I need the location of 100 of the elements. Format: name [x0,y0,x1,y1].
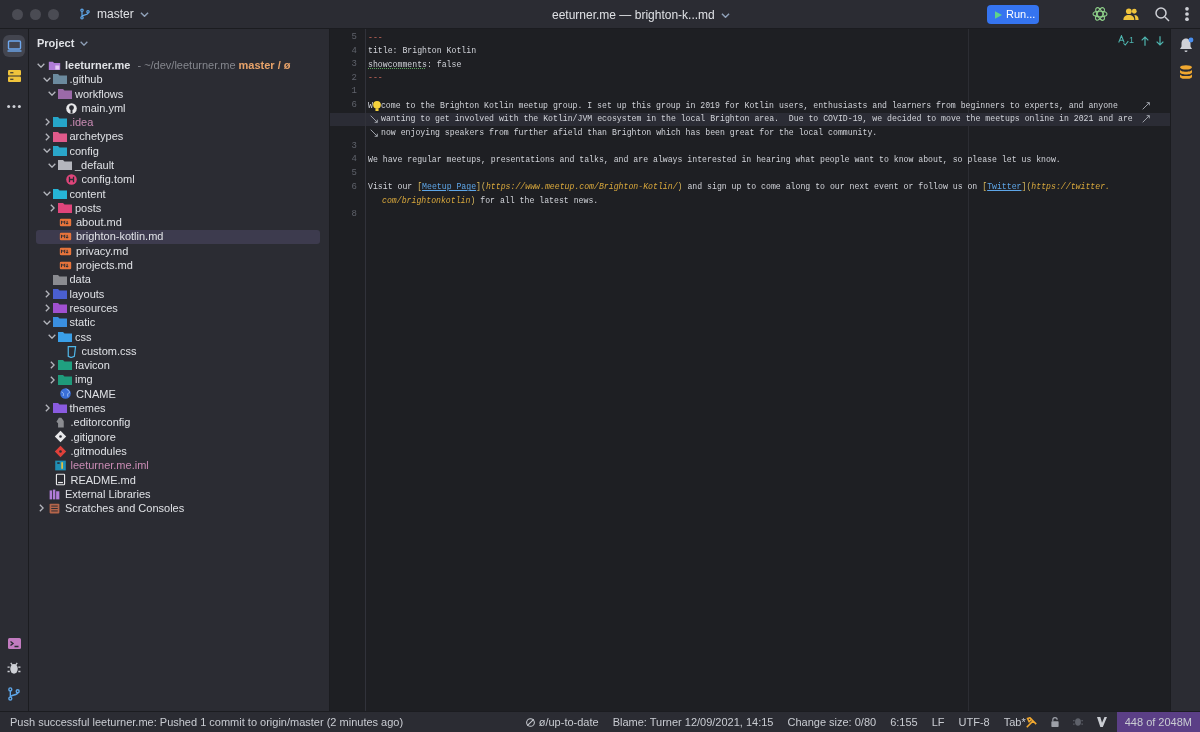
tree-item[interactable]: brighton-kotlin.md [36,229,320,244]
database-icon[interactable] [1179,65,1192,79]
chevron-right-icon[interactable] [44,118,50,127]
tree-item[interactable]: External Libraries [36,486,320,502]
chevron-right-icon[interactable] [50,361,55,370]
notifications-icon[interactable] [1177,37,1194,53]
tree-item[interactable]: img [36,372,320,387]
tree-item[interactable]: Scratches and Consoles [36,501,320,516]
tree-item[interactable]: .gitmodules [36,444,320,459]
more-tools-icon [7,104,21,108]
chevron-down-icon[interactable] [42,320,51,325]
link-url: com/brightonkotlin [382,194,471,207]
vcs-status[interactable]: ø/up-to-date [518,713,606,731]
link[interactable]: Twitter [987,181,1022,194]
chevron-down-icon[interactable] [42,148,51,154]
chevron-down-icon[interactable] [48,91,56,97]
terminal-icon[interactable] [7,638,21,649]
tree-item[interactable]: main.yml [36,100,320,116]
tree-item[interactable]: README.md [36,472,320,487]
run-button[interactable]: Run... [987,5,1039,24]
project-view-icon [6,40,22,52]
search-icon[interactable] [1154,6,1170,22]
tree-item-label: posts [75,200,102,216]
line-number: 8 [350,207,358,221]
code-text: Visit our [368,181,414,194]
chevron-right-icon[interactable] [44,132,50,141]
chevron-right-icon[interactable] [44,289,50,298]
lock-icon[interactable] [1050,717,1059,727]
tree-item[interactable]: privacy.md [36,243,320,259]
tree-item-label: CNAME [76,386,116,402]
book-icon [53,473,67,487]
status-item[interactable]: Blame: Turner 12/09/2021, 14:15 [605,713,781,731]
chevron-down-icon[interactable] [48,334,56,340]
tree-item[interactable]: themes [36,401,320,416]
link[interactable]: Meetup Page [422,181,477,194]
lightbulb-icon[interactable] [372,100,381,111]
branch-icon[interactable] [8,687,20,701]
tree-item-label: custom.css [81,343,137,359]
tree-item[interactable]: .idea [36,115,320,130]
indent-setting[interactable]: Tab* [996,713,1044,731]
tree-item-label: config [69,143,99,159]
tree-item[interactable]: layouts [36,286,320,302]
tree-item[interactable]: config [36,143,320,159]
chevron-down-icon[interactable] [48,162,56,168]
tree-item[interactable]: custom.css [36,343,320,359]
branch-selector[interactable]: master [79,5,149,23]
tree-item[interactable]: css [36,329,320,344]
tree-item[interactable]: _default [36,158,320,173]
chevron-right-icon[interactable] [44,304,50,313]
status-item[interactable]: UTF-8 [951,713,997,731]
tree-item[interactable]: leeturner.me.iml [36,458,320,473]
tree-item[interactable]: CNAME [36,386,320,402]
link-url: https://twitter. [1031,181,1110,194]
code-text: wanting to get involved with the Kotlin/JVM ecosystem in the local Brighton area. Due to COVID-19, we decided to move the meetups online in 2021 and are [381,113,1133,126]
front-matter-delimiter: --- [368,31,383,44]
tree-item-label: about.md [76,215,122,231]
more-options-icon[interactable] [1185,7,1189,21]
tree-item[interactable]: content [36,186,320,201]
tree-item[interactable]: leeturner.me - ~/dev/leeturner.me master / ø [36,58,320,73]
tree-item[interactable]: .gitignore [36,429,320,444]
tree-item[interactable]: static [36,315,320,330]
tree-item[interactable]: data [36,272,320,287]
vim-icon[interactable] [1096,717,1107,727]
tree-item[interactable]: posts [36,200,320,216]
tree-item[interactable]: config.toml [36,172,320,187]
window-title[interactable]: eeturner.me — brighton-k...md [552,6,730,24]
tree-item[interactable]: favicon [36,358,320,373]
chevron-down-icon[interactable] [42,76,51,82]
tree-item[interactable]: .github [36,72,320,87]
memory-indicator[interactable]: 448 of 2048M [1116,712,1200,732]
tree-item[interactable]: archetypes [36,129,320,144]
people-icon[interactable] [1123,8,1139,20]
chevron-right-icon[interactable] [50,204,55,213]
chevron-right-icon[interactable] [50,375,55,384]
tree-item[interactable]: .editorconfig [36,415,320,430]
line-number: 4 [350,153,358,167]
status-item[interactable]: LF [924,713,952,731]
tree-item-label: workflows [75,86,124,102]
tool-window-button[interactable] [3,35,25,57]
atom-icon[interactable] [1092,6,1108,22]
bug-icon[interactable] [7,661,21,675]
spellcheck-indicator[interactable]: 1 [1118,34,1134,48]
play-icon [995,10,1002,19]
line-number: 2 [350,71,358,85]
status-item[interactable]: Change size: 0/80 [780,713,884,731]
chevron-right-icon[interactable] [44,404,50,413]
chevron-down-icon[interactable] [42,191,51,197]
chevron-right-icon[interactable] [39,504,44,513]
tree-item[interactable]: resources [36,301,320,316]
chevron-down-icon[interactable] [37,62,45,68]
tree-item[interactable]: about.md [36,215,320,230]
panel-title[interactable]: Project [29,29,329,58]
tree-item-label: favicon [75,358,110,374]
arrow-down-icon[interactable] [1156,35,1164,46]
tree-item-label: layouts [69,286,105,302]
status-item[interactable]: 6:155 [883,713,925,731]
line-number: 5 [350,166,358,180]
tree-item[interactable]: projects.md [36,258,320,273]
tree-item[interactable]: workflows [36,86,320,101]
arrow-up-icon[interactable] [1141,35,1149,46]
